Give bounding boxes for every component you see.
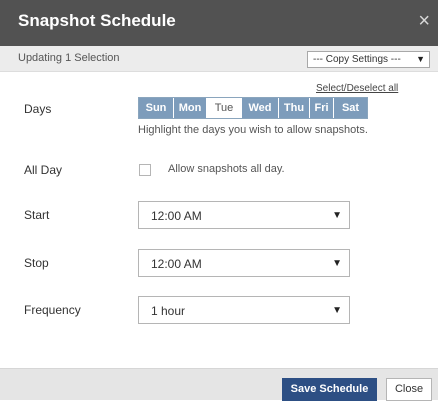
day-wed-toggle[interactable]: Wed [242, 98, 279, 118]
copy-settings-value: --- Copy Settings --- [313, 54, 401, 65]
day-thu-toggle[interactable]: Thu [279, 98, 310, 118]
start-label: Start [24, 208, 50, 222]
all-day-checkbox[interactable] [139, 164, 151, 176]
stop-time-select[interactable]: 12:00 AM ▼ [138, 249, 350, 277]
copy-settings-select[interactable]: --- Copy Settings --- ▼ [307, 51, 430, 68]
day-mon-toggle[interactable]: Mon [174, 98, 207, 118]
selection-bar: Updating 1 Selection --- Copy Settings -… [0, 46, 438, 72]
day-sun-toggle[interactable]: Sun [139, 98, 174, 118]
day-tue-toggle[interactable]: Tue [207, 98, 242, 118]
day-sat-toggle[interactable]: Sat [334, 98, 367, 118]
stop-label: Stop [24, 256, 49, 270]
all-day-checkbox-label: Allow snapshots all day. [168, 163, 285, 175]
close-button[interactable]: Close [386, 378, 432, 401]
selection-count-label: Updating 1 Selection [18, 52, 120, 64]
chevron-down-icon: ▼ [332, 258, 342, 269]
dialog-footer: Save Schedule Close [0, 368, 438, 401]
frequency-value: 1 hour [151, 304, 186, 318]
stop-time-value: 12:00 AM [151, 257, 202, 271]
select-deselect-all-link[interactable]: Select/Deselect all [316, 83, 398, 94]
chevron-down-icon: ▼ [332, 305, 342, 316]
days-toggle-group: Sun Mon Tue Wed Thu Fri Sat [138, 97, 368, 119]
chevron-down-icon: ▼ [416, 54, 425, 64]
all-day-label: All Day [24, 163, 63, 177]
start-time-value: 12:00 AM [151, 209, 202, 223]
chevron-down-icon: ▼ [332, 210, 342, 221]
days-label: Days [24, 102, 52, 116]
frequency-label: Frequency [24, 303, 81, 317]
dialog-title: Snapshot Schedule [18, 11, 176, 30]
snapshot-schedule-dialog: Snapshot Schedule × Updating 1 Selection… [0, 0, 438, 401]
day-fri-toggle[interactable]: Fri [310, 98, 334, 118]
days-hint-text: Highlight the days you wish to allow sna… [138, 124, 368, 136]
start-time-select[interactable]: 12:00 AM ▼ [138, 201, 350, 229]
close-icon[interactable]: × [418, 11, 430, 31]
save-schedule-button[interactable]: Save Schedule [282, 378, 377, 401]
dialog-titlebar: Snapshot Schedule × [0, 0, 438, 46]
frequency-select[interactable]: 1 hour ▼ [138, 296, 350, 324]
